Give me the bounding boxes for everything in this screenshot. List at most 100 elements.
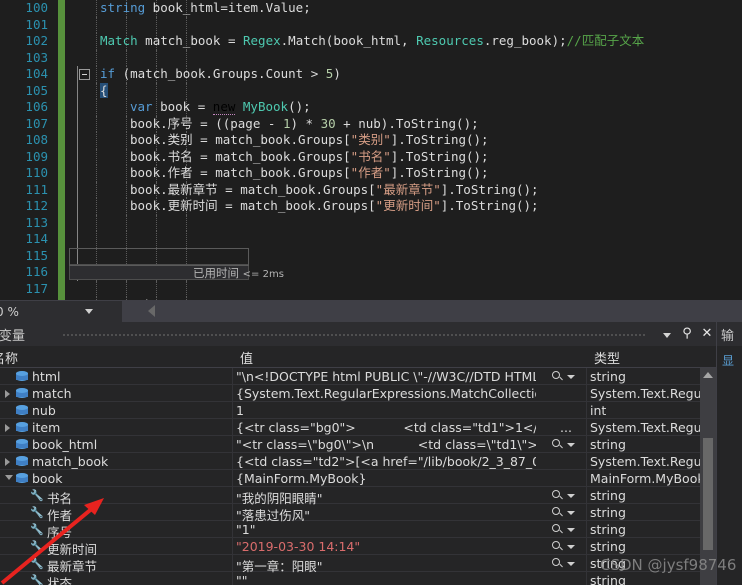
code-line[interactable]: 101 [0, 16, 742, 33]
code-line[interactable]: 100 string book_html=item.Value; [0, 0, 742, 17]
block-structure-line [77, 214, 78, 231]
code-line[interactable]: 117 [0, 280, 742, 297]
line-number: 107 [25, 115, 48, 131]
text-visualizer-button[interactable] [552, 523, 578, 536]
collapsed-region-outline [69, 248, 249, 266]
chevron-down-icon[interactable] [567, 511, 575, 515]
code-line[interactable]: 113 [0, 214, 742, 231]
variable-value[interactable]: {System.Text.RegularExpressions.MatchCol… [236, 386, 536, 401]
text-visualizer-button[interactable] [552, 540, 578, 553]
variable-value[interactable]: {<tr class="bg0"> <td class="td1">1</td> [236, 420, 536, 435]
code-line[interactable]: 107 book.序号 = ((page - 1) * 30 + nub).ToS… [0, 115, 742, 132]
locals-panel-title: 部变量 [0, 329, 26, 344]
chevron-down-icon[interactable] [567, 494, 575, 498]
output-panel-partial[interactable]: 输 显 [716, 322, 742, 585]
code-line[interactable]: 106 var book = new MyBook(); [0, 99, 742, 116]
code-token: Match [100, 33, 138, 48]
variable-row[interactable]: match {System.Text.RegularExpressions.Mat… [0, 385, 700, 402]
chevron-down-icon[interactable] [5, 475, 13, 480]
panel-menu-button[interactable] [658, 325, 676, 343]
locals-rows-container[interactable]: html "\n<!DOCTYPE html PUBLIC \"-//W3C//D… [0, 368, 700, 585]
code-line[interactable]: 108 book.类别 = match_book.Groups["类别"].ToS… [0, 132, 742, 149]
variable-row[interactable]: 🔧 更新时间 "2019-03-30 14:14" string [0, 538, 700, 557]
scrollbar-thumb[interactable] [703, 438, 713, 550]
close-icon: ✕ [701, 326, 713, 341]
chevron-down-icon[interactable] [85, 309, 93, 314]
variable-row[interactable]: 🔧 状态 "" string [0, 572, 700, 585]
chevron-down-icon[interactable] [567, 562, 575, 566]
code-line[interactable]: 112 book.更新时间 = match_book.Groups["更新时间"]… [0, 198, 742, 215]
code-line[interactable]: 104 if (match_book.Groups.Count > 5) [0, 66, 742, 83]
variable-row[interactable]: 🔧 最新章节 "第一章：阳眼" string [0, 555, 700, 574]
variable-name: 状态 [47, 576, 73, 585]
cell-divider [232, 555, 233, 572]
variable-row[interactable]: nub 1 int [0, 402, 700, 419]
line-number: 104 [25, 66, 48, 81]
chevron-down-icon[interactable] [567, 443, 575, 447]
chevron-down-icon[interactable] [567, 545, 575, 549]
code-line[interactable]: 116}已用时间 <= 2ms [0, 264, 742, 281]
column-header-type[interactable]: 类型 [588, 348, 620, 368]
variable-row[interactable]: book {MainForm.MyBook} MainForm.MyBook [0, 470, 700, 487]
variable-type: System.Text.Regula… [590, 386, 700, 401]
variable-value[interactable]: "" [236, 573, 536, 585]
variable-row[interactable]: match_book {<td class="td2">[<a href="/li… [0, 453, 700, 470]
indent-guide [186, 280, 187, 297]
text-visualizer-button[interactable] [552, 489, 578, 502]
code-line[interactable]: 111 book.最新章节 = match_book.Groups["最新章节"]… [0, 181, 742, 199]
scroll-left-arrow-icon[interactable] [148, 305, 155, 317]
text-visualizer-button[interactable] [552, 506, 578, 519]
variable-row[interactable]: book_html "<tr class=\"bg0\">\n <td class… [0, 436, 700, 453]
code-line[interactable]: 103 [0, 49, 742, 66]
variable-row[interactable]: 🔧 序号 "1" string [0, 521, 700, 540]
variable-type: string [590, 488, 626, 503]
zoom-level-control[interactable]: 0 % [0, 301, 122, 323]
variable-value[interactable]: "2019-03-30 14:14" [236, 539, 536, 554]
code-line[interactable]: 109 book.书名 = match_book.Groups["书名"].ToS… [0, 148, 742, 166]
variable-value[interactable]: "\n<!DOCTYPE html PUBLIC \"-//W3C//DTD H… [236, 369, 536, 384]
scroll-up-arrow-icon[interactable] [703, 372, 713, 378]
variable-value[interactable]: "1" [236, 522, 536, 537]
variable-row[interactable]: item {<tr class="bg0"> <td class="td1">1<… [0, 419, 700, 436]
elapsed-time-text: 已用时间 [193, 266, 243, 280]
code-editor[interactable]: 100 string book_html=item.Value; 101 102 Mat… [0, 0, 742, 300]
expand-value-button[interactable]: ... [560, 420, 572, 435]
variable-name: match_book [32, 454, 109, 469]
editor-horizontal-scroll-strip[interactable]: 0 % [0, 300, 742, 323]
code-text: book.书名 = match_book.Groups["书名"].ToStri… [130, 149, 489, 166]
code-line[interactable]: 105 { [0, 82, 742, 99]
chevron-down-icon[interactable] [567, 528, 575, 532]
locals-vertical-scrollbar[interactable] [700, 368, 716, 585]
code-text: book.最新章节 = match_book.Groups["最新章节"].To… [130, 182, 539, 199]
variable-row[interactable]: 🔧 书名 "我的阴阳眼睛" string [0, 487, 700, 506]
close-button[interactable]: ✕ [698, 325, 716, 343]
zoom-level-value: 0 % [0, 305, 19, 319]
indent-guide [126, 181, 127, 198]
column-header-name[interactable]: 名称 [0, 348, 18, 368]
column-header-value[interactable]: 值 [234, 348, 253, 368]
cell-divider [586, 538, 587, 555]
variable-row[interactable]: html "\n<!DOCTYPE html PUBLIC \"-//W3C//D… [0, 368, 700, 385]
code-token: new [212, 99, 236, 115]
chevron-right-icon[interactable] [5, 458, 10, 466]
pin-button[interactable]: ⚲ [678, 325, 696, 343]
change-marker [58, 132, 65, 149]
variable-value[interactable]: 1 [236, 403, 536, 418]
property-wrench-icon: 🔧 [30, 574, 44, 585]
code-line[interactable]: 114 [0, 231, 742, 248]
collapse-region-toggle[interactable] [79, 69, 90, 80]
variable-row[interactable]: 🔧 作者 "落患过伤风" string [0, 504, 700, 523]
code-token: (); [288, 99, 311, 114]
code-line[interactable]: 102 Match match_book = Regex.Match(book_h… [0, 33, 742, 50]
chevron-right-icon[interactable] [5, 424, 10, 432]
text-visualizer-button[interactable] [552, 557, 578, 570]
chevron-down-icon[interactable] [567, 375, 575, 379]
text-visualizer-button[interactable] [552, 438, 578, 451]
code-line[interactable]: 110 book.作者 = match_book.Groups["作者"].ToS… [0, 165, 742, 182]
text-visualizer-button[interactable] [552, 370, 578, 383]
variable-value[interactable]: "<tr class=\"bg0\">\n <td class=\"td1\">… [236, 437, 536, 452]
variable-value[interactable]: {MainForm.MyBook} [236, 471, 536, 486]
variable-icon [16, 405, 28, 416]
chevron-right-icon[interactable] [5, 390, 10, 398]
variable-value[interactable]: {<td class="td2">[<a href="/lib/book/2_3… [236, 454, 536, 469]
